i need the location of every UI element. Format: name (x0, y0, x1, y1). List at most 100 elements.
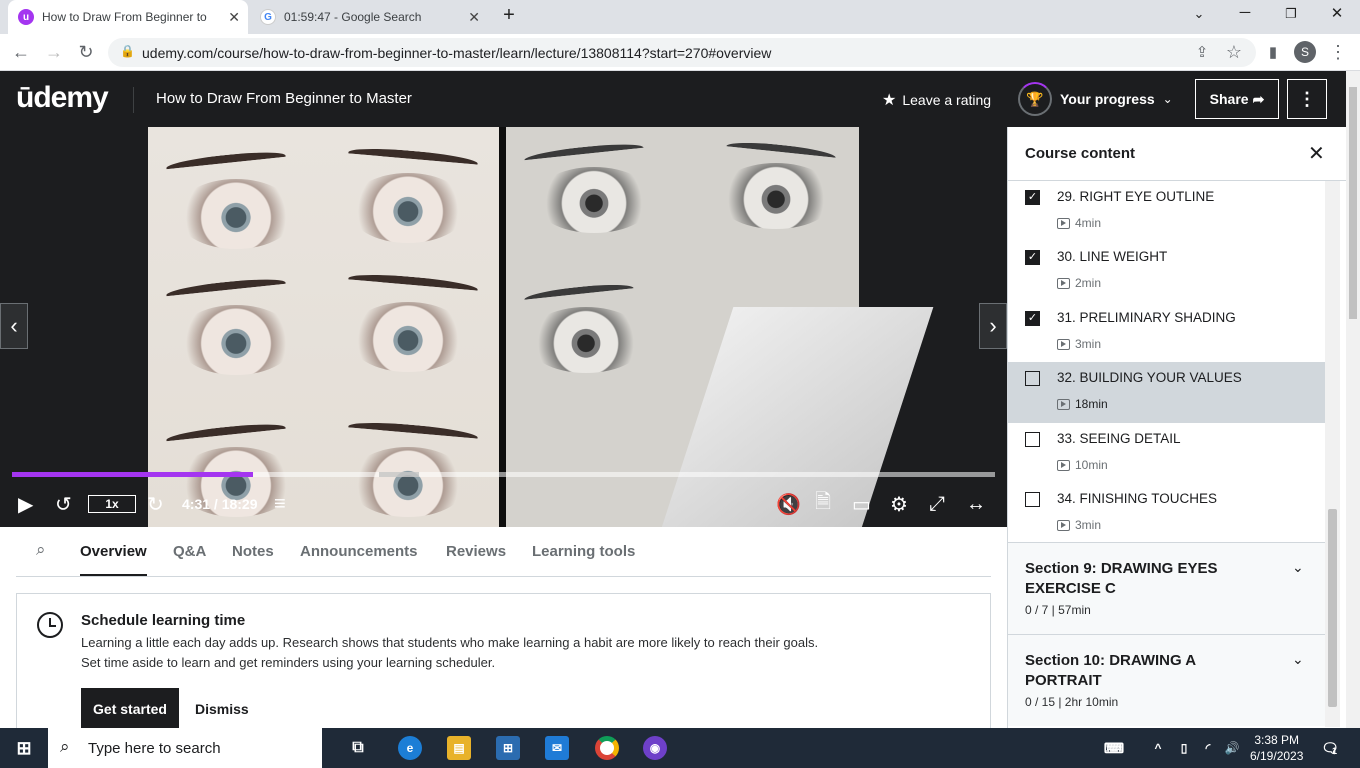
tab-announcements[interactable]: Announcements (300, 543, 418, 560)
chrome-icon[interactable] (595, 736, 619, 760)
next-lecture-button[interactable]: › (979, 303, 1007, 349)
forward-5s-icon[interactable]: ↻ (147, 494, 164, 516)
lecture-item[interactable]: ✓ 30. LINE WEIGHT 2min (1008, 241, 1326, 301)
section-header[interactable]: Section 9: DRAWING EYES EXERCISE C 0 / 7… (1008, 542, 1326, 634)
lecture-checkbox[interactable] (1025, 432, 1040, 447)
leave-rating-button[interactable]: ★ Leave a rating (882, 90, 991, 110)
lecture-item[interactable]: ✓ 31. PRELIMINARY SHADING 3min (1008, 302, 1326, 362)
volume-icon[interactable]: 🔊 (1220, 736, 1244, 760)
course-tabs: ⌕ Overview Q&A Notes Announcements Revie… (16, 527, 991, 577)
edge-icon[interactable]: e (398, 736, 422, 760)
browser-menu-icon[interactable]: ⋮ (1327, 42, 1349, 63)
minimize-icon[interactable]: ─ (1230, 4, 1260, 21)
add-note-icon[interactable]: ≡ (274, 493, 286, 515)
close-icon[interactable]: ✕ (1308, 141, 1325, 166)
lecture-checkbox[interactable] (1025, 371, 1040, 386)
schedule-title: Schedule learning time (81, 612, 246, 629)
close-tab-icon[interactable]: ✕ (468, 9, 480, 26)
tab-qa[interactable]: Q&A (173, 543, 206, 560)
new-tab-icon[interactable]: + (494, 4, 524, 27)
header-divider (133, 87, 134, 113)
more-options-icon[interactable]: ⋮ (1287, 79, 1327, 119)
settings-gear-icon[interactable]: ⚙ (890, 494, 908, 516)
browser-tab-strip: u How to Draw From Beginner to M ✕ G 01:… (0, 0, 1360, 34)
page-scroll-thumb[interactable] (1349, 87, 1357, 319)
github-icon[interactable]: ◉ (643, 736, 667, 760)
rewind-5s-icon[interactable]: ↺ (55, 494, 72, 516)
windows-start-icon[interactable]: ⊞ (12, 736, 36, 760)
get-started-button[interactable]: Get started (81, 688, 179, 730)
section-header[interactable]: Section 10: DRAWING A PORTRAIT 0 / 15 | … (1008, 634, 1326, 726)
lecture-item[interactable]: 33. SEEING DETAIL 10min (1008, 423, 1326, 483)
tab-reviews[interactable]: Reviews (446, 543, 506, 560)
course-content-sidebar: Course content ✕ ✓ 29. RIGHT EYE OUTLINE… (1007, 127, 1347, 728)
lecture-item-current[interactable]: 32. BUILDING YOUR VALUES 18min (1008, 362, 1326, 423)
tab-notes[interactable]: Notes (232, 543, 274, 560)
sidebar-scroll-thumb[interactable] (1328, 509, 1337, 707)
tab-learning-tools[interactable]: Learning tools (532, 543, 635, 560)
task-view-icon[interactable]: ⧉ (346, 736, 370, 760)
tab-overview[interactable]: Overview (80, 543, 147, 576)
udemy-logo[interactable]: ūdemy (16, 81, 109, 115)
playback-speed-button[interactable]: 1x (88, 495, 136, 513)
back-icon[interactable]: ← (10, 42, 32, 63)
mute-icon[interactable]: 🔇 (776, 494, 801, 516)
schedule-learning-card: Schedule learning time Learning a little… (16, 593, 991, 743)
browser-tab-google[interactable]: G 01:59:47 - Google Search ✕ (250, 0, 488, 34)
lecture-checkbox[interactable]: ✓ (1025, 250, 1040, 265)
file-explorer-icon[interactable]: ▤ (447, 736, 471, 760)
page-scrollbar[interactable] (1346, 71, 1360, 728)
video-icon (1057, 459, 1070, 471)
share-page-icon[interactable]: ⇪ (1191, 43, 1213, 61)
search-icon[interactable]: ⌕ (36, 540, 46, 560)
video-icon (1057, 338, 1070, 350)
close-tab-icon[interactable]: ✕ (228, 9, 240, 26)
lecture-item[interactable]: 34. FINISHING TOUCHES 3min (1008, 483, 1326, 543)
dismiss-button[interactable]: Dismiss (195, 688, 249, 730)
browser-tab-udemy[interactable]: u How to Draw From Beginner to M ✕ (8, 0, 248, 34)
tab-search-chevron-icon[interactable]: ⌄ (1184, 6, 1214, 22)
alarm-clock-icon (37, 612, 63, 638)
video-time: 4:31 / 18:29 (182, 496, 258, 512)
notifications-icon[interactable]: 🗨 1 (1318, 736, 1342, 760)
lecture-checkbox[interactable] (1025, 492, 1040, 507)
captions-icon[interactable]: ▭ (852, 494, 871, 516)
reload-icon[interactable]: ↻ (75, 42, 97, 63)
sidebar-header: Course content ✕ (1008, 127, 1347, 181)
mail-icon[interactable]: ✉ (545, 736, 569, 760)
video-frame (148, 127, 934, 527)
lecture-item[interactable]: ✓ 29. RIGHT EYE OUTLINE 4min (1008, 181, 1326, 241)
keyboard-icon[interactable]: ⌨ (1102, 736, 1126, 760)
show-hidden-icons-chevron-icon[interactable]: ^ (1146, 736, 1170, 760)
bookmark-star-icon[interactable]: ☆ (1223, 42, 1245, 63)
forward-icon[interactable]: → (43, 42, 65, 63)
sidebar-scrollbar[interactable] (1325, 181, 1340, 727)
video-player[interactable]: ‹ › ▶ ↺ 1x ↻ 4:31 / 18:29 ≡ 🔇 🗎 ▭ ⚙ ⤢ ↔ (0, 127, 1007, 527)
video-progress-bar[interactable] (12, 472, 995, 477)
restore-icon[interactable]: ❐ (1276, 6, 1306, 22)
chevron-down-icon: ⌄ (1292, 651, 1304, 667)
window-close-icon[interactable]: ✕ (1322, 4, 1352, 22)
fullscreen-icon[interactable]: ⤢ (929, 493, 945, 515)
video-icon (1057, 217, 1070, 229)
side-panel-icon[interactable]: ▮ (1262, 43, 1284, 61)
video-icon (1057, 277, 1070, 289)
previous-lecture-button[interactable]: ‹ (0, 303, 28, 349)
wifi-icon[interactable]: ◜ (1196, 736, 1220, 760)
expand-width-icon[interactable]: ↔ (966, 493, 986, 515)
profile-avatar[interactable]: S (1294, 41, 1316, 63)
your-progress-button[interactable]: 🏆 Your progress ⌄ (1018, 82, 1173, 116)
battery-icon[interactable]: ▯ (1172, 736, 1196, 760)
lock-icon: 🔒 (120, 44, 135, 58)
taskbar-search-box[interactable]: ⌕ Type here to search (48, 728, 322, 768)
transcript-icon[interactable]: 🗎 (815, 491, 831, 514)
taskbar-clock[interactable]: 3:38 PM 6/19/2023 (1250, 732, 1303, 764)
microsoft-store-icon[interactable]: ⊞ (496, 736, 520, 760)
lecture-checkbox[interactable]: ✓ (1025, 190, 1040, 205)
share-button[interactable]: Share ➦ (1195, 79, 1279, 119)
lecture-checkbox[interactable]: ✓ (1025, 311, 1040, 326)
play-icon[interactable]: ▶ (18, 494, 33, 516)
address-bar[interactable]: 🔒 udemy.com/course/how-to-draw-from-begi… (108, 38, 1256, 67)
browser-toolbar: ← → ↻ 🔒 udemy.com/course/how-to-draw-fro… (0, 34, 1360, 71)
course-title[interactable]: How to Draw From Beginner to Master (156, 90, 412, 107)
